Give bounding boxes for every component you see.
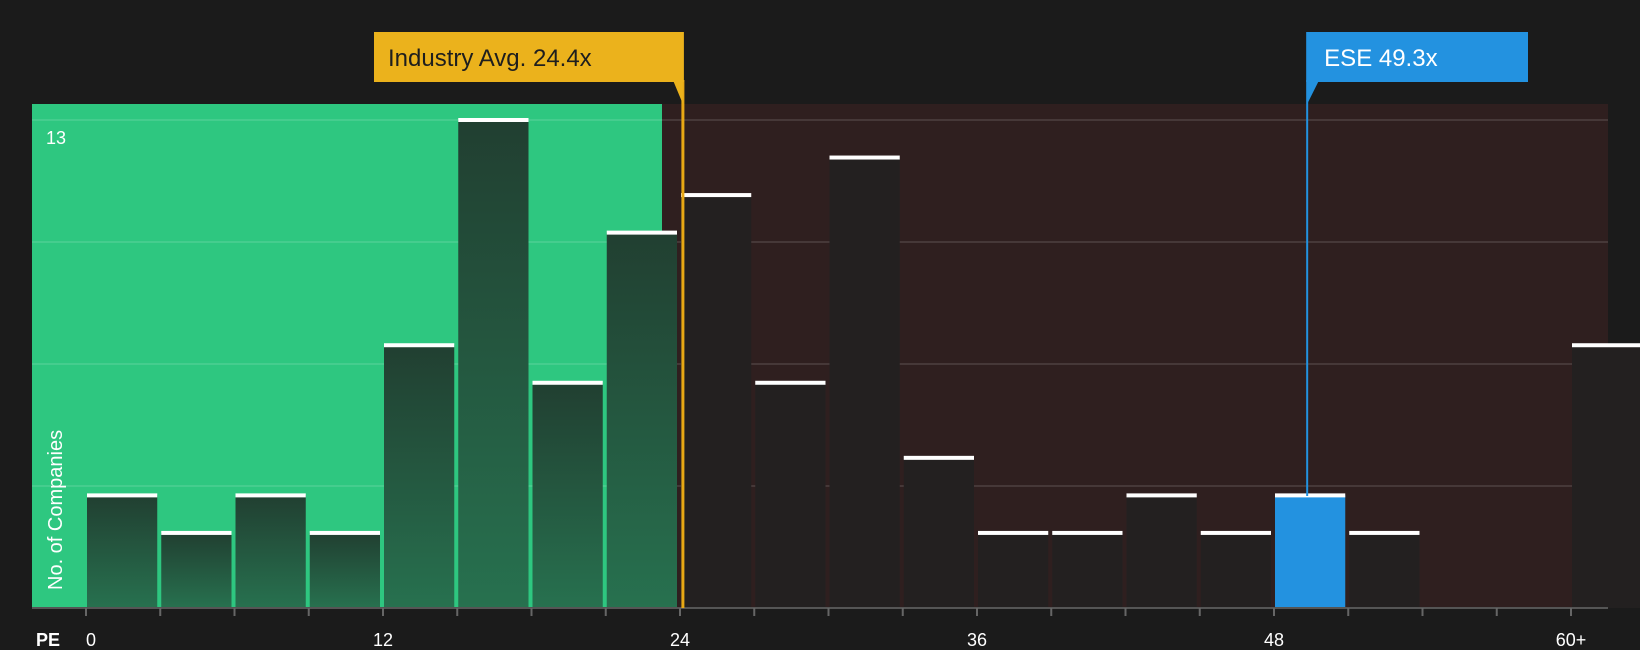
histogram-bar-16 <box>1275 495 1346 608</box>
histogram-bar-top-11 <box>903 455 974 460</box>
histogram-bar-11 <box>903 457 974 608</box>
histogram-bar-20 <box>1572 345 1640 608</box>
histogram-bar-top-17 <box>1349 530 1420 535</box>
histogram-bar-top-1 <box>161 530 232 535</box>
histogram-bar-top-3 <box>309 530 380 535</box>
histogram-bar-17 <box>1349 532 1420 608</box>
histogram-bar-top-8 <box>681 193 752 198</box>
histogram-bar-6 <box>532 382 603 608</box>
x-tick-label-0: 0 <box>86 630 96 650</box>
histogram-bar-1 <box>161 532 232 608</box>
histogram-bar-15 <box>1200 532 1271 608</box>
histogram-bar-14 <box>1126 495 1197 608</box>
x-axis-label: PE <box>36 630 60 650</box>
histogram-bar-0 <box>87 495 158 608</box>
histogram-bar-top-9 <box>755 380 826 385</box>
histogram-bar-9 <box>755 382 826 608</box>
histogram-bar-top-4 <box>384 343 455 348</box>
histogram-bar-4 <box>384 345 455 608</box>
histogram-bar-5 <box>458 120 529 608</box>
histogram-bar-3 <box>309 532 380 608</box>
histogram-bar-top-6 <box>532 380 603 385</box>
histogram-bar-top-2 <box>235 493 306 498</box>
industry-avg-label: Industry Avg. 24.4x <box>388 45 592 72</box>
histogram-bar-7 <box>606 232 677 608</box>
histogram-bar-top-15 <box>1200 530 1271 535</box>
histogram-bar-2 <box>235 495 306 608</box>
histogram-bar-top-16 <box>1275 493 1346 498</box>
x-tick-label-2: 24 <box>670 630 690 650</box>
histogram-bar-top-14 <box>1126 493 1197 498</box>
histogram-bar-top-10 <box>829 155 900 160</box>
x-axis-ticks: 0 12 24 36 48 60+ <box>85 608 1587 650</box>
company-pe-label: ESE 49.3x <box>1324 45 1437 72</box>
y-axis-label: No. of Companies <box>45 430 67 590</box>
histogram-bar-top-5 <box>458 118 529 122</box>
histogram-bar-top-0 <box>87 493 158 498</box>
y-max-label: 13 <box>46 128 66 148</box>
pe-distribution-chart: 0 12 24 36 48 60+ Industry Avg. 24.4x ESE 49.3… <box>0 0 1640 650</box>
histogram-bar-top-20 <box>1572 343 1640 348</box>
histogram-bar-8 <box>681 195 752 609</box>
pe-histogram-svg: 0 12 24 36 48 60+ Industry Avg. 24.4x ESE 49.3… <box>32 32 1640 650</box>
histogram-bar-top-13 <box>1052 530 1123 535</box>
x-tick-label-3: 36 <box>967 630 987 650</box>
company-pe-pointer <box>1307 80 1320 104</box>
histogram-bar-top-7 <box>606 230 677 235</box>
histogram-bar-13 <box>1052 532 1123 608</box>
x-tick-label-1: 12 <box>373 630 393 650</box>
x-tick-label-5: 60+ <box>1556 630 1587 650</box>
histogram-bar-10 <box>829 157 900 609</box>
histogram-bar-top-12 <box>978 530 1049 535</box>
histogram-bar-12 <box>978 532 1049 608</box>
x-tick-label-4: 48 <box>1264 630 1284 650</box>
